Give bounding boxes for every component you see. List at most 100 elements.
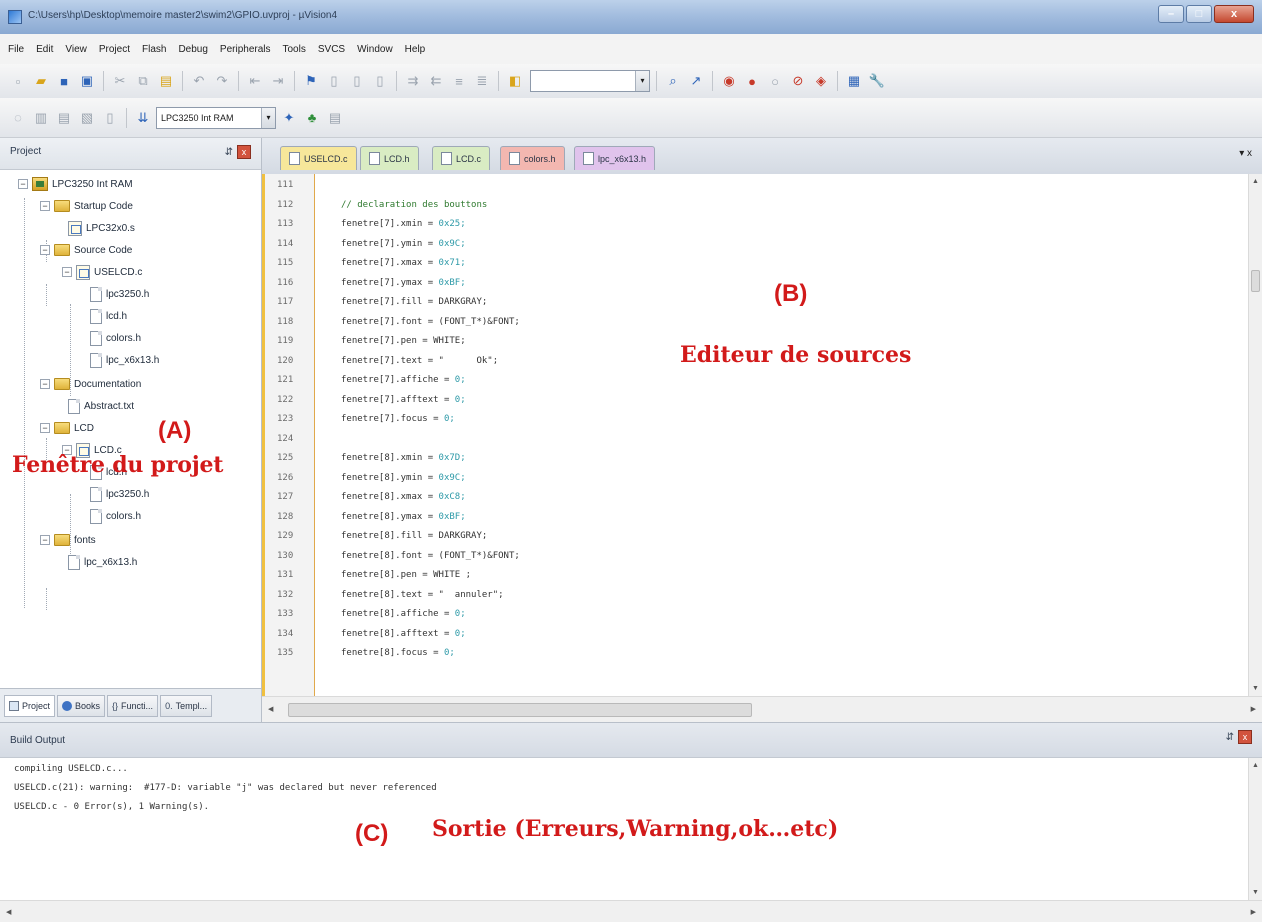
- scroll-thumb[interactable]: [288, 703, 752, 717]
- translate-icon[interactable]: ◌: [8, 108, 28, 128]
- tree-file[interactable]: lpc3250.h: [90, 284, 149, 304]
- editor-vertical-scrollbar[interactable]: ▲ ▼: [1248, 174, 1262, 696]
- search-combo[interactable]: ▾: [530, 70, 650, 92]
- collapse-icon[interactable]: −: [40, 379, 50, 389]
- download-icon[interactable]: ⇊: [133, 108, 153, 128]
- tree-file[interactable]: lpc_x6x13.h: [68, 552, 137, 572]
- tab-functions[interactable]: {} Functi...: [107, 694, 159, 717]
- rebuild-icon[interactable]: ▤: [54, 108, 74, 128]
- copy-icon[interactable]: ⧉: [133, 71, 153, 91]
- prev-bookmark-icon[interactable]: ▯: [324, 71, 344, 91]
- unindent-icon[interactable]: ⇇: [426, 71, 446, 91]
- close-icon[interactable]: x: [1238, 730, 1252, 744]
- collapse-icon[interactable]: −: [62, 267, 72, 277]
- undo-icon[interactable]: ↶: [189, 71, 209, 91]
- menu-debug[interactable]: Debug: [178, 44, 207, 55]
- tree-file[interactable]: lpc_x6x13.h: [90, 350, 159, 370]
- tree-file[interactable]: lpc3250.h: [90, 484, 149, 504]
- save-all-icon[interactable]: ▣: [77, 71, 97, 91]
- build-icon[interactable]: ▥: [31, 108, 51, 128]
- tree-group-lcd[interactable]: − LCD: [40, 418, 94, 438]
- pin-icon[interactable]: ⇵: [225, 147, 233, 158]
- breakpoint-icon[interactable]: ●: [742, 71, 762, 91]
- tree-file[interactable]: lcd.h: [90, 306, 127, 326]
- scroll-thumb[interactable]: [1251, 270, 1260, 292]
- nav-forward-icon[interactable]: ⇥: [268, 71, 288, 91]
- tree-file[interactable]: − USELCD.c: [62, 262, 142, 282]
- collapse-icon[interactable]: −: [40, 535, 50, 545]
- close-button[interactable]: x: [1214, 5, 1254, 23]
- save-icon[interactable]: ■: [54, 71, 74, 91]
- tree-root[interactable]: − LPC3250 Int RAM: [18, 174, 133, 194]
- maximize-button[interactable]: □: [1186, 5, 1212, 23]
- tree-file[interactable]: LPC32x0.s: [68, 218, 135, 238]
- tree-file[interactable]: colors.h: [90, 328, 141, 348]
- redo-icon[interactable]: ↷: [212, 71, 232, 91]
- collapse-icon[interactable]: −: [40, 201, 50, 211]
- tab-templates[interactable]: 0. Templ...: [160, 694, 213, 717]
- code-area[interactable]: 111 112 113 114 115 116 117 118 119 120 121 122 123 1…: [262, 174, 1262, 696]
- editor-tab[interactable]: LCD.h: [360, 146, 419, 170]
- manage-components-icon[interactable]: ♣: [302, 108, 322, 128]
- batch-build-icon[interactable]: ▧: [77, 108, 97, 128]
- debug-session-icon[interactable]: ◉: [719, 71, 739, 91]
- menu-project[interactable]: Project: [99, 44, 130, 55]
- scroll-up-icon[interactable]: ▲: [1252, 762, 1259, 769]
- chevron-down-icon[interactable]: ▾: [635, 71, 649, 91]
- tab-project[interactable]: Project: [4, 694, 56, 717]
- menu-file[interactable]: File: [8, 44, 24, 55]
- scroll-right-icon[interactable]: ▶: [1251, 705, 1256, 713]
- clear-bookmarks-icon[interactable]: ▯: [370, 71, 390, 91]
- tree-group-documentation[interactable]: − Documentation: [40, 374, 141, 394]
- scroll-right-icon[interactable]: ▶: [1251, 908, 1256, 916]
- scroll-down-icon[interactable]: ▼: [1252, 889, 1259, 896]
- menu-peripherals[interactable]: Peripherals: [220, 44, 271, 55]
- paste-icon[interactable]: ▤: [156, 71, 176, 91]
- tree-group-source[interactable]: − Source Code: [40, 240, 132, 260]
- tree-file[interactable]: colors.h: [90, 506, 141, 526]
- menu-flash[interactable]: Flash: [142, 44, 166, 55]
- editor-tab[interactable]: USELCD.c: [280, 146, 357, 170]
- comment-icon[interactable]: ≡: [449, 71, 469, 91]
- menu-svcs[interactable]: SVCS: [318, 44, 345, 55]
- new-file-icon[interactable]: ▫: [8, 71, 28, 91]
- bookmark-icon[interactable]: ⚑: [301, 71, 321, 91]
- indent-icon[interactable]: ⇉: [403, 71, 423, 91]
- kill-breakpoints-icon[interactable]: ⊘: [788, 71, 808, 91]
- scroll-down-icon[interactable]: ▼: [1252, 685, 1259, 692]
- editor-tab[interactable]: LCD.c: [432, 146, 491, 170]
- build-output-horizontal-scrollbar[interactable]: ◀ ▶: [0, 900, 1262, 922]
- collapse-icon[interactable]: −: [40, 245, 50, 255]
- menu-view[interactable]: View: [65, 44, 87, 55]
- cut-icon[interactable]: ✂: [110, 71, 130, 91]
- build-output-vertical-scrollbar[interactable]: ▲ ▼: [1248, 758, 1262, 900]
- scroll-up-icon[interactable]: ▲: [1252, 178, 1259, 185]
- editor-tab[interactable]: colors.h: [500, 146, 565, 170]
- collapse-icon[interactable]: −: [18, 179, 28, 189]
- tab-books[interactable]: Books: [57, 694, 106, 717]
- disable-breakpoint-icon[interactable]: ○: [765, 71, 785, 91]
- next-bookmark-icon[interactable]: ▯: [347, 71, 367, 91]
- target-options-icon[interactable]: ✦: [279, 108, 299, 128]
- uncomment-icon[interactable]: ≣: [472, 71, 492, 91]
- minimize-button[interactable]: –: [1158, 5, 1184, 23]
- find-icon[interactable]: ⌕: [663, 71, 683, 91]
- editor-tab[interactable]: lpc_x6x13.h: [574, 146, 656, 170]
- target-select[interactable]: LPC3250 Int RAM ▾: [156, 106, 276, 129]
- window-layout-icon[interactable]: ▦: [844, 71, 864, 91]
- editor-horizontal-scrollbar[interactable]: ◀ ▶: [262, 696, 1262, 722]
- menu-tools[interactable]: Tools: [283, 44, 306, 55]
- configure-icon[interactable]: 🔧: [867, 71, 887, 91]
- incremental-find-icon[interactable]: ↗: [686, 71, 706, 91]
- open-folder-icon[interactable]: ▰: [31, 71, 51, 91]
- menu-help[interactable]: Help: [405, 44, 426, 55]
- insert-breakpoint-icon[interactable]: ◈: [811, 71, 831, 91]
- scroll-left-icon[interactable]: ◀: [268, 705, 273, 713]
- select-packs-icon[interactable]: ▤: [325, 108, 345, 128]
- chevron-down-icon[interactable]: ▾: [261, 107, 275, 128]
- tree-group-startup[interactable]: − Startup Code: [40, 196, 133, 216]
- stop-build-icon[interactable]: ▯: [100, 108, 120, 128]
- find-in-files-icon[interactable]: ◧: [505, 71, 525, 91]
- scroll-left-icon[interactable]: ◀: [6, 908, 11, 916]
- nav-back-icon[interactable]: ⇤: [245, 71, 265, 91]
